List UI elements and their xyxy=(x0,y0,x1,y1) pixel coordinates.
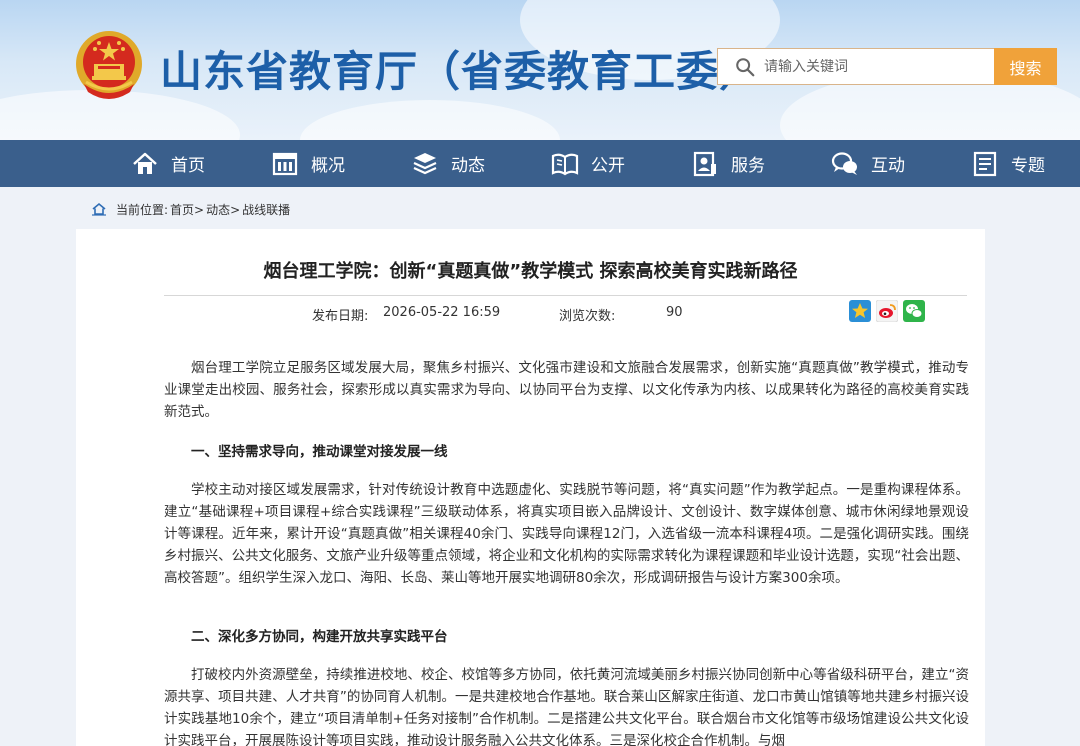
nav-label: 首页 xyxy=(171,156,205,176)
document-icon xyxy=(973,151,997,176)
home-icon xyxy=(133,152,157,174)
views-label: 浏览次数: xyxy=(559,309,616,324)
site-header: 山东省教育厅（省委教育工委） 搜索 xyxy=(0,0,1080,140)
breadcrumb-current[interactable]: 战线联播 xyxy=(242,201,290,218)
building-icon xyxy=(272,152,298,175)
nav-item-overview[interactable]: 概况 xyxy=(271,140,345,187)
book-stack-icon xyxy=(413,152,437,174)
nav-label: 公开 xyxy=(591,156,625,176)
home-icon xyxy=(92,202,106,216)
qzone-share-icon[interactable] xyxy=(849,300,871,322)
date-value: 2026-05-22 16:59 xyxy=(383,305,501,320)
search-box xyxy=(717,48,995,85)
national-emblem-logo[interactable] xyxy=(74,30,144,102)
wechat-share-icon[interactable] xyxy=(903,300,925,322)
nav-item-news[interactable]: 动态 xyxy=(411,140,485,187)
nav-item-topics[interactable]: 专题 xyxy=(971,140,1045,187)
nav-label: 概况 xyxy=(311,156,345,176)
weibo-share-icon[interactable] xyxy=(876,300,898,322)
main-nav: 首页 概况 动态 公开 服务 互动 专题 xyxy=(0,140,1080,187)
nav-label: 专题 xyxy=(1011,156,1045,176)
title-divider xyxy=(164,295,967,296)
views-value: 90 xyxy=(666,305,683,320)
article-paragraph: 打破校内外资源壁垒，持续推进校地、校企、校馆等多方协同，依托黄河流域美丽乡村振兴… xyxy=(164,667,969,746)
breadcrumb-home[interactable]: 首页> xyxy=(170,201,204,218)
service-icon xyxy=(693,151,716,176)
section-heading: 二、深化多方协同，构建开放共享实践平台 xyxy=(191,629,448,645)
search-input[interactable] xyxy=(764,58,984,75)
article-paragraph: 烟台理工学院立足服务区域发展大局，聚焦乡村振兴、文化强市建设和文旅融合发展需求，… xyxy=(164,360,969,420)
nav-item-service[interactable]: 服务 xyxy=(691,140,765,187)
site-title: 山东省教育厅（省委教育工委） xyxy=(160,47,763,96)
breadcrumb: 当前位置: 首页> 动态> 战线联播 xyxy=(92,200,292,218)
search-icon xyxy=(736,57,755,76)
nav-item-interact[interactable]: 互动 xyxy=(831,140,905,187)
cloud-decoration xyxy=(300,100,560,140)
nav-item-home[interactable]: 首页 xyxy=(131,140,205,187)
date-label: 发布日期: xyxy=(312,309,369,324)
article-panel: 烟台理工学院：创新“真题真做”教学模式 探索高校美育实践新路径 发布日期: 20… xyxy=(76,229,985,746)
nav-item-public[interactable]: 公开 xyxy=(551,140,625,187)
article-paragraph: 学校主动对接区域发展需求，针对传统设计教育中选题虚化、实践脱节等问题，将“真实问… xyxy=(164,482,969,586)
breadcrumb-prefix: 当前位置: xyxy=(116,202,169,217)
open-book-icon xyxy=(551,153,579,175)
breadcrumb-news[interactable]: 动态> xyxy=(206,201,240,218)
chat-icon xyxy=(831,151,857,175)
search-button[interactable]: 搜索 xyxy=(994,48,1057,85)
section-heading: 一、坚持需求导向，推动课堂对接发展一线 xyxy=(191,444,448,460)
article-title: 烟台理工学院：创新“真题真做”教学模式 探索高校美育实践新路径 xyxy=(263,261,798,282)
nav-label: 动态 xyxy=(451,156,485,176)
nav-label: 互动 xyxy=(871,156,905,176)
nav-label: 服务 xyxy=(731,156,765,176)
